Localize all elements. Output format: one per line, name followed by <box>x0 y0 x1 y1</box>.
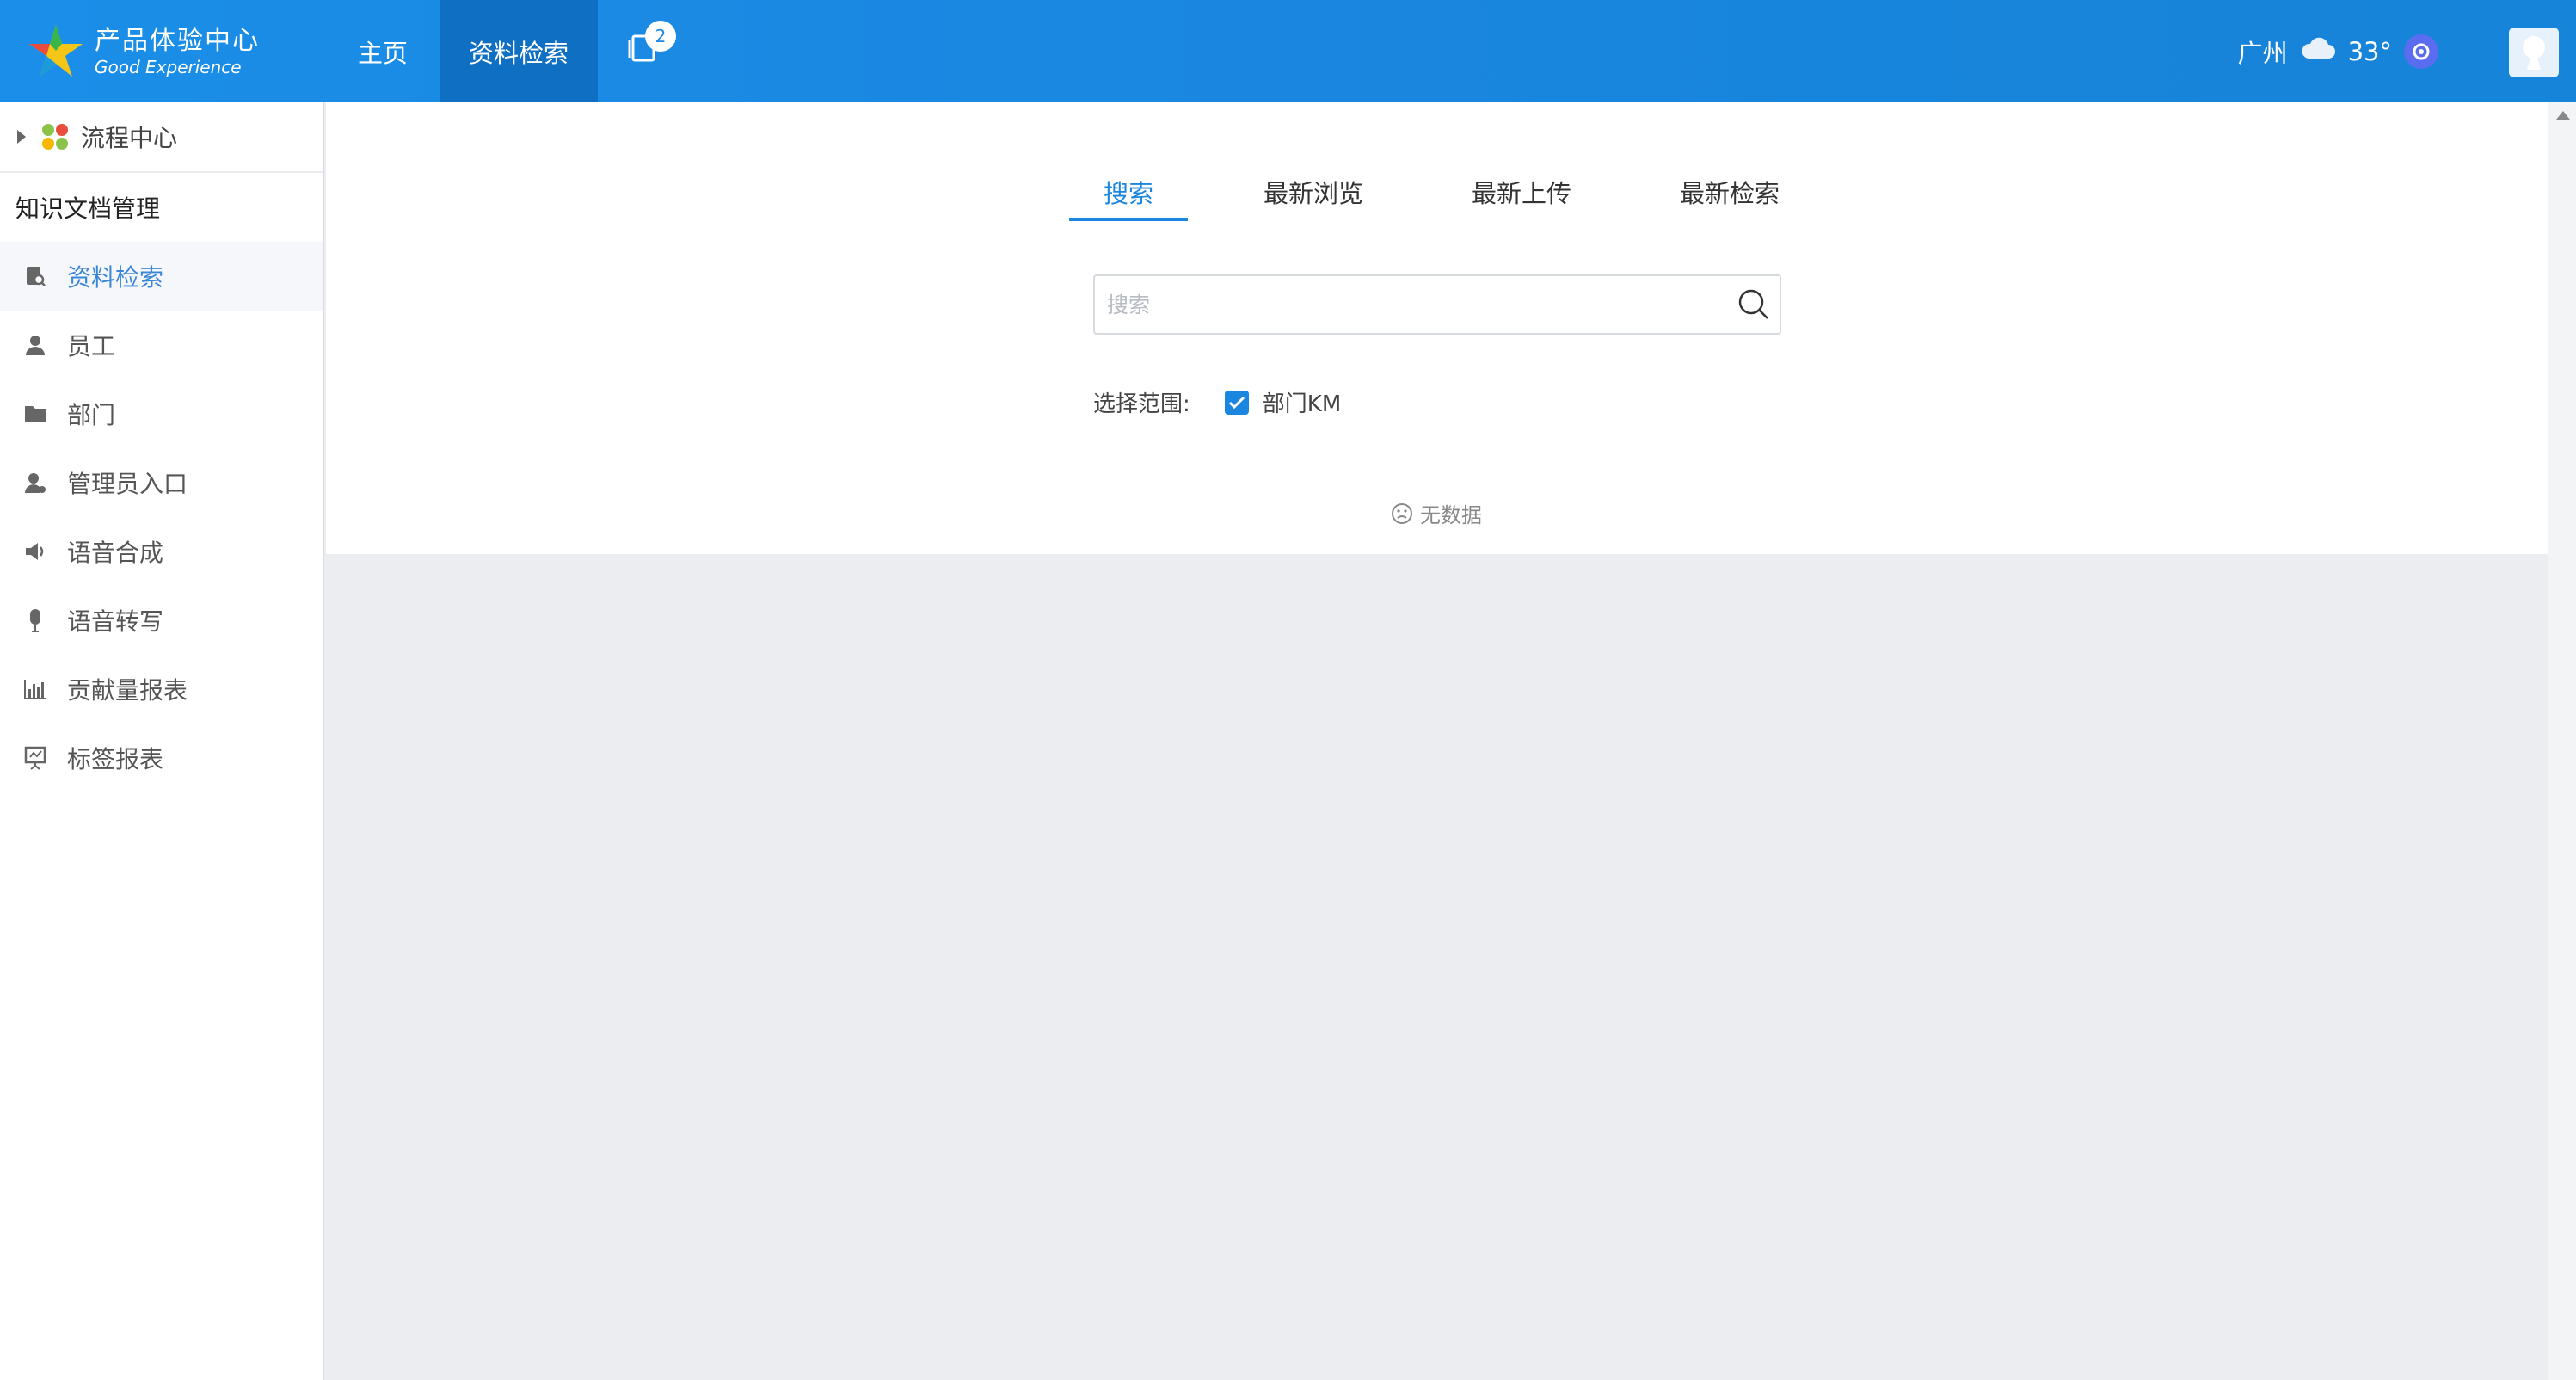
sidebar-item-label: 管理员入口 <box>67 470 188 498</box>
apps-icon <box>41 123 69 151</box>
logo-title: 产品体验中心 <box>95 26 260 56</box>
page-scrollbar[interactable] <box>2548 102 2576 1380</box>
cloud-icon <box>2300 36 2336 66</box>
city-label: 广州 <box>2237 38 2288 68</box>
sidebar-item-speech-synthesis[interactable]: 语音合成 <box>0 517 323 586</box>
search-tabs: 搜索 最新浏览 最新上传 最新检索 <box>1069 163 1780 221</box>
sidebar-item-label: 贡献量报表 <box>67 676 188 705</box>
scope-label: 选择范围: <box>1093 391 1190 417</box>
sidebar-item-label: 标签报表 <box>67 745 164 773</box>
nav-home[interactable]: 主页 <box>327 0 439 102</box>
document-search-icon <box>22 263 48 289</box>
search-input[interactable] <box>1095 276 1728 333</box>
nav-document-search[interactable]: 资料检索 <box>440 0 598 102</box>
microphone-icon <box>22 607 48 633</box>
user-avatar[interactable] <box>2509 28 2559 77</box>
sidebar: 流程中心 知识文档管理 资料检索 员工 部门 管理员入口 语音合成 语音转写 贡… <box>0 102 324 1380</box>
tag-report-icon <box>22 745 48 771</box>
tab-recent-views[interactable]: 最新浏览 <box>1188 163 1415 221</box>
logo-star-icon <box>26 22 86 82</box>
logo-subtitle: Good Experience <box>95 57 242 77</box>
no-data-message: 无数据 <box>1391 498 1482 528</box>
search-icon <box>1738 289 1768 319</box>
sidebar-top-label: 流程中心 <box>81 124 178 152</box>
tabs-count-badge: 2 <box>645 21 676 52</box>
sidebar-item-label: 语音合成 <box>67 539 164 567</box>
tab-recent-uploads[interactable]: 最新上传 <box>1415 163 1623 221</box>
sidebar-process-center[interactable]: 流程中心 <box>0 102 323 173</box>
sad-face-icon <box>1391 502 1413 525</box>
sidebar-item-label: 语音转写 <box>67 607 164 636</box>
admin-icon <box>22 470 48 496</box>
sidebar-item-label: 部门 <box>67 401 116 429</box>
user-icon <box>22 332 48 358</box>
sidebar-item-department[interactable]: 部门 <box>0 379 323 448</box>
check-icon <box>1228 396 1245 409</box>
search-box <box>1093 274 1781 335</box>
scope-selector: 选择范围: 部门KM <box>1093 386 1341 418</box>
sidebar-item-label: 员工 <box>67 332 116 360</box>
tab-search[interactable]: 搜索 <box>1069 163 1189 221</box>
logo[interactable]: 产品体验中心 Good Experience <box>26 14 284 89</box>
sidebar-item-admin-entry[interactable]: 管理员入口 <box>0 448 323 517</box>
nav-open-tabs[interactable]: 2 <box>602 0 688 102</box>
sidebar-item-speech-transcription[interactable]: 语音转写 <box>0 586 323 655</box>
sidebar-item-contribution-report[interactable]: 贡献量报表 <box>0 655 323 724</box>
avatar-icon <box>2523 36 2545 70</box>
no-data-text: 无数据 <box>1420 503 1482 527</box>
bar-chart-icon <box>22 676 48 702</box>
scope-km-checkbox[interactable] <box>1224 390 1249 415</box>
weather-widget[interactable]: 广州 33° <box>2238 0 2438 102</box>
search-panel: 搜索 最新浏览 最新上传 最新检索 选择范围: 部门KM 无数据 <box>326 102 2548 554</box>
speaker-icon <box>22 539 48 564</box>
folder-icon <box>22 401 48 427</box>
top-header: 产品体验中心 Good Experience 主页 资料检索 2 广州 33° <box>0 0 2576 102</box>
tab-recent-searches[interactable]: 最新检索 <box>1623 163 1780 221</box>
settings-circle-icon[interactable] <box>2404 34 2438 69</box>
sidebar-item-tag-report[interactable]: 标签报表 <box>0 724 323 792</box>
sidebar-item-label: 资料检索 <box>67 263 164 292</box>
sidebar-item-staff[interactable]: 员工 <box>0 311 323 379</box>
scroll-up-icon[interactable] <box>2556 111 2570 120</box>
temperature: 33° <box>2347 36 2392 66</box>
search-button[interactable] <box>1728 279 1780 330</box>
sidebar-item-document-search[interactable]: 资料检索 <box>0 242 323 311</box>
scope-option-label[interactable]: 部门KM <box>1263 386 1341 418</box>
sidebar-section-title: 知识文档管理 <box>15 194 161 223</box>
caret-right-icon <box>17 130 26 144</box>
